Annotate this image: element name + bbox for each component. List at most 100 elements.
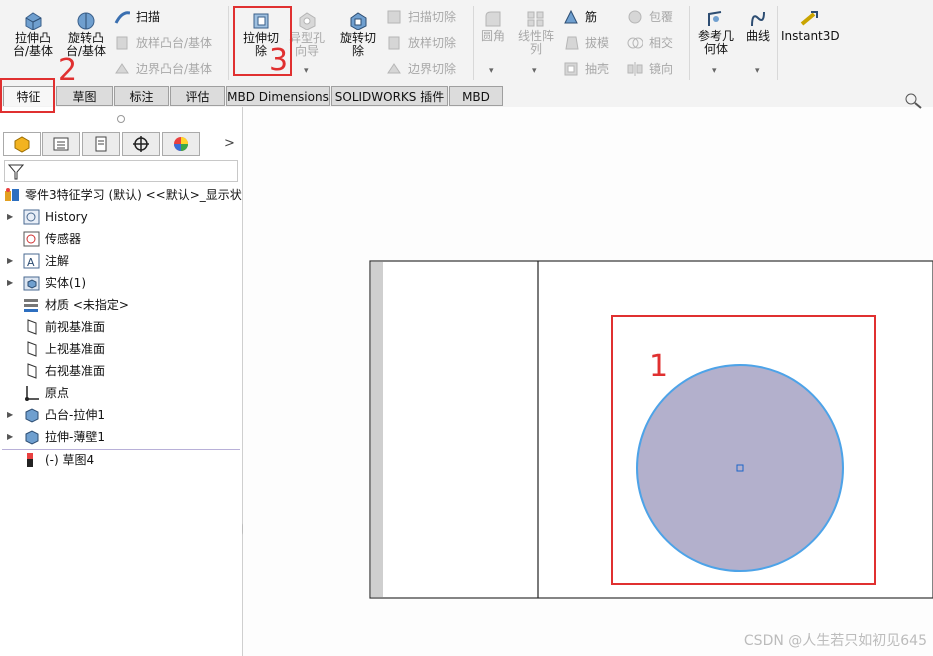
part-icon <box>3 186 21 204</box>
boundary-cut-icon <box>387 63 401 74</box>
shell-button[interactable]: 抽壳 <box>563 61 609 77</box>
shell-label: 抽壳 <box>585 62 610 76</box>
loft-boss-icon <box>116 36 128 50</box>
sweep-label: 扫描 <box>136 10 161 24</box>
tab-display-manager[interactable] <box>162 132 200 156</box>
tab-solidworks-addins[interactable]: SOLIDWORKS 插件 <box>331 86 448 106</box>
tab-dimxpert-manager[interactable] <box>122 132 160 156</box>
tree-item-history[interactable]: ▶ History <box>7 206 88 228</box>
filter-icon <box>8 164 24 180</box>
linear-pattern-dropdown-icon[interactable]: ▾ <box>532 66 537 76</box>
expand-icon[interactable]: ▶ <box>7 426 17 448</box>
tree-item-label: 拉伸-薄壁1 <box>45 430 105 444</box>
linear-pattern-label: 线性阵 列 <box>517 29 554 56</box>
tree-item-label: 凸台-拉伸1 <box>45 408 105 422</box>
boundary-boss-label: 边界凸台/基体 <box>136 62 213 76</box>
fillet-label: 圆角 <box>480 29 505 43</box>
reference-geometry-button[interactable]: 参考几 何体 <box>693 10 739 56</box>
tree-item-label: (-) 草图4 <box>45 453 95 467</box>
expand-icon[interactable]: ▶ <box>7 272 17 294</box>
ribbon-divider <box>777 6 778 80</box>
tree-item-extrude-thin1[interactable]: ▶ 拉伸-薄壁1 <box>7 426 105 448</box>
wrap-label: 包覆 <box>649 10 674 24</box>
solid-body-folder-icon <box>23 274 41 292</box>
instant3d-icon <box>800 11 818 26</box>
ribbon-divider <box>689 6 690 80</box>
hole-wizard-dropdown-icon[interactable]: ▾ <box>304 66 309 76</box>
tab-sketch[interactable]: 草图 <box>56 86 113 106</box>
tree-item-sketch4[interactable]: (-) 草图4 <box>23 449 94 471</box>
tab-mbd-dimensions[interactable]: MBD Dimensions <box>226 86 330 106</box>
panel-grip-icon[interactable] <box>117 115 125 123</box>
plane-icon <box>23 318 41 336</box>
fillet-dropdown-icon[interactable]: ▾ <box>489 66 494 76</box>
tree-item-solid-bodies[interactable]: ▶ 实体(1) <box>7 272 86 294</box>
extrude-boss-button[interactable]: 拉伸凸 台/基体 <box>8 10 58 58</box>
boundary-boss-button[interactable]: 边界凸台/基体 <box>114 61 212 77</box>
annotation-icon: A <box>23 252 41 270</box>
loft-cut-button[interactable]: 放样切除 <box>386 35 456 51</box>
tree-item-label: 实体(1) <box>45 276 86 290</box>
tree-item-right-plane[interactable]: 右视基准面 <box>23 360 105 382</box>
loft-boss-button[interactable]: 放样凸台/基体 <box>114 35 212 51</box>
curves-button[interactable]: 曲线 <box>740 10 776 43</box>
annotation-number-2: 2 <box>58 53 78 88</box>
mirror-button[interactable]: 镜向 <box>627 61 673 77</box>
revolve-boss-button[interactable]: 旋转凸 台/基体 <box>61 10 111 58</box>
tree-item-top-plane[interactable]: 上视基准面 <box>23 338 105 360</box>
hole-wizard-icon <box>299 12 316 30</box>
tab-configuration-manager[interactable] <box>82 132 120 156</box>
tree-item-annotations[interactable]: ▶ A 注解 <box>7 250 69 272</box>
chevron-right-icon[interactable]: > <box>224 136 235 151</box>
sweep-cut-button[interactable]: 扫描切除 <box>386 9 456 25</box>
curves-dropdown-icon[interactable]: ▾ <box>755 66 760 76</box>
tree-item-label: 原点 <box>45 386 70 400</box>
tree-item-front-plane[interactable]: 前视基准面 <box>23 316 105 338</box>
intersect-button[interactable]: 相交 <box>627 35 673 51</box>
appearance-wheel-icon <box>174 137 188 151</box>
tree-item-label: 前视基准面 <box>45 320 106 334</box>
tab-markup[interactable]: 标注 <box>114 86 169 106</box>
linear-pattern-icon <box>527 11 544 27</box>
wrap-button[interactable]: 包覆 <box>627 9 673 25</box>
tab-property-manager[interactable] <box>42 132 80 156</box>
revolve-cut-button[interactable]: 旋转切 除 <box>334 10 382 58</box>
instant3d-button[interactable]: Instant3D <box>781 10 840 43</box>
tab-evaluate[interactable]: 评估 <box>170 86 225 106</box>
crosshair-icon <box>133 136 149 152</box>
tab-feature-manager[interactable] <box>3 132 41 156</box>
tree-root-label: 零件3特征学习 (默认) <<默认>_显示状 <box>25 188 242 202</box>
expand-icon[interactable]: ▶ <box>7 250 17 272</box>
reference-geometry-label: 参考几 何体 <box>697 29 734 56</box>
extrude-feature-icon <box>23 406 41 424</box>
tree-root[interactable]: 零件3特征学习 (默认) <<默认>_显示状 <box>3 184 242 206</box>
fillet-button[interactable]: 圆角 <box>476 10 510 43</box>
expand-icon[interactable]: ▶ <box>7 404 17 426</box>
expand-icon[interactable]: ▶ <box>7 206 17 228</box>
reference-geometry-dropdown-icon[interactable]: ▾ <box>712 66 717 76</box>
tab-mbd[interactable]: MBD <box>449 86 503 106</box>
mirror-icon <box>627 62 643 76</box>
sweep-icon <box>114 11 130 24</box>
instant3d-label: Instant3D <box>781 29 840 43</box>
history-icon <box>23 208 41 226</box>
sweep-button[interactable]: 扫描 <box>114 9 160 25</box>
boundary-cut-button[interactable]: 边界切除 <box>386 61 456 77</box>
draft-button[interactable]: 拔模 <box>563 35 609 51</box>
curves-icon <box>751 11 765 27</box>
tree-item-origin[interactable]: 原点 <box>23 382 69 404</box>
tree-item-material[interactable]: 材质 <未指定> <box>23 294 129 316</box>
fillet-icon <box>485 11 501 27</box>
boundary-cut-label: 边界切除 <box>408 62 457 76</box>
loft-cut-icon <box>388 36 400 50</box>
draft-icon <box>565 36 579 50</box>
origin-icon <box>23 384 41 402</box>
rib-button[interactable]: 筋 <box>563 9 597 25</box>
loft-boss-label: 放样凸台/基体 <box>136 36 213 50</box>
filter-box[interactable] <box>4 160 238 182</box>
plane-icon <box>23 362 41 380</box>
tree-item-sensors[interactable]: 传感器 <box>23 228 81 250</box>
tree-item-boss-extrude1[interactable]: ▶ 凸台-拉伸1 <box>7 404 105 426</box>
shell-icon <box>564 62 578 76</box>
linear-pattern-button[interactable]: 线性阵 列 <box>514 10 558 56</box>
